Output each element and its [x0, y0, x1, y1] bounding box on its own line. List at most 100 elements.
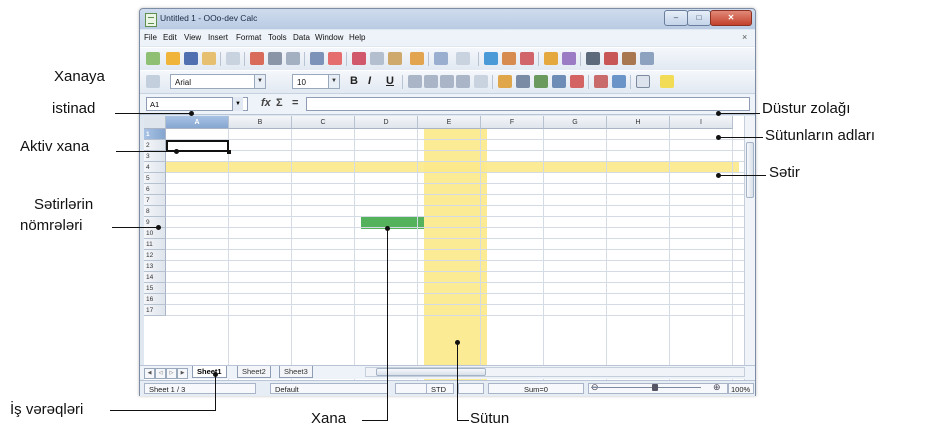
- row-header-2[interactable]: 2: [144, 140, 166, 151]
- first-sheet-icon[interactable]: ◀: [144, 368, 155, 379]
- sort-descending-icon[interactable]: [520, 52, 534, 65]
- format-paintbrush-icon[interactable]: [410, 52, 424, 65]
- row-header-7[interactable]: 7: [144, 195, 166, 206]
- data-sources-icon[interactable]: [640, 52, 654, 65]
- percent-format-icon[interactable]: [516, 75, 530, 88]
- row-header-3[interactable]: 3: [144, 151, 166, 162]
- edit-file-icon[interactable]: [226, 52, 240, 65]
- insert-chart-icon[interactable]: [544, 52, 558, 65]
- menu-tools[interactable]: Tools: [268, 33, 287, 42]
- print-icon[interactable]: [268, 52, 282, 65]
- styles-formatting-icon[interactable]: [146, 75, 160, 88]
- formula-input[interactable]: [306, 97, 750, 111]
- merge-cells-icon[interactable]: [474, 75, 488, 88]
- column-header-i[interactable]: I: [670, 116, 733, 129]
- bold-button[interactable]: B: [350, 75, 358, 87]
- menu-data[interactable]: Data: [293, 33, 310, 42]
- paste-icon[interactable]: [388, 52, 402, 65]
- menu-format[interactable]: Format: [236, 33, 261, 42]
- borders-icon[interactable]: [636, 75, 650, 88]
- function-wizard-icon[interactable]: fx: [261, 97, 271, 109]
- row-header-12[interactable]: 12: [144, 250, 166, 261]
- menu-help[interactable]: Help: [349, 33, 365, 42]
- row-header-17[interactable]: 17: [144, 305, 166, 316]
- menu-edit[interactable]: Edit: [163, 33, 177, 42]
- vertical-scroll-thumb[interactable]: [746, 142, 754, 198]
- open-folder-icon[interactable]: [166, 52, 180, 65]
- column-header-g[interactable]: G: [544, 116, 607, 129]
- sort-ascending-icon[interactable]: [502, 52, 516, 65]
- page-style-indicator[interactable]: Default: [270, 383, 388, 394]
- horizontal-scrollbar[interactable]: [365, 367, 745, 377]
- font-size-combo[interactable]: 10 ▼: [292, 74, 340, 89]
- sheet-tab-2[interactable]: Sheet2: [237, 366, 271, 378]
- font-name-combo[interactable]: Arial ▼: [170, 74, 266, 89]
- chevron-down-icon[interactable]: ▼: [232, 97, 243, 111]
- align-right-icon[interactable]: [440, 75, 454, 88]
- row-header-8[interactable]: 8: [144, 206, 166, 217]
- column-header-b[interactable]: B: [229, 116, 292, 129]
- maximize-button[interactable]: □: [687, 10, 711, 26]
- zoom-slider-knob[interactable]: [652, 384, 658, 391]
- zoom-in-icon[interactable]: ⊕: [713, 382, 721, 393]
- standard-format-icon[interactable]: [534, 75, 548, 88]
- find-replace-icon[interactable]: [586, 52, 600, 65]
- gallery-icon[interactable]: [622, 52, 636, 65]
- zoom-level[interactable]: 100%: [728, 383, 754, 394]
- close-button[interactable]: ✕: [710, 10, 752, 26]
- select-all-corner[interactable]: [144, 116, 166, 129]
- email-icon[interactable]: [202, 52, 216, 65]
- align-left-icon[interactable]: [408, 75, 422, 88]
- navigator-icon[interactable]: [604, 52, 618, 65]
- undo-icon[interactable]: [434, 52, 448, 65]
- currency-format-icon[interactable]: [498, 75, 512, 88]
- row-header-13[interactable]: 13: [144, 261, 166, 272]
- row-header-6[interactable]: 6: [144, 184, 166, 195]
- row-header-15[interactable]: 15: [144, 283, 166, 294]
- copy-icon[interactable]: [370, 52, 384, 65]
- redo-icon[interactable]: [456, 52, 470, 65]
- fill-handle[interactable]: [227, 150, 231, 154]
- menu-window[interactable]: Window: [315, 33, 343, 42]
- chevron-down-icon[interactable]: ▼: [254, 75, 265, 88]
- document-close-icon[interactable]: ×: [742, 32, 747, 42]
- new-document-icon[interactable]: [146, 52, 160, 65]
- row-header-5[interactable]: 5: [144, 173, 166, 184]
- show-draw-functions-icon[interactable]: [562, 52, 576, 65]
- vertical-scrollbar[interactable]: [744, 116, 755, 384]
- previous-sheet-icon[interactable]: ◁: [155, 368, 166, 379]
- row-header-14[interactable]: 14: [144, 272, 166, 283]
- column-header-f[interactable]: F: [481, 116, 544, 129]
- cut-icon[interactable]: [352, 52, 366, 65]
- increase-indent-icon[interactable]: [612, 75, 626, 88]
- background-color-icon[interactable]: [660, 75, 674, 88]
- row-header-1[interactable]: 1: [144, 129, 166, 140]
- spreadsheet-grid[interactable]: ABCDEFGHI 1 2 3 4 5 6 7 8 9 10 11 12 13 14 15 16 17: [144, 116, 744, 382]
- save-icon[interactable]: [184, 52, 198, 65]
- sheet-tab-3[interactable]: Sheet3: [279, 366, 313, 378]
- underline-button[interactable]: U: [386, 75, 394, 87]
- autospellcheck-icon[interactable]: [328, 52, 342, 65]
- column-header-c[interactable]: C: [292, 116, 355, 129]
- row-header-10[interactable]: 10: [144, 228, 166, 239]
- sum-icon[interactable]: Σ: [276, 97, 283, 109]
- menu-view[interactable]: View: [184, 33, 201, 42]
- selection-mode-indicator[interactable]: STD: [426, 383, 454, 394]
- spellcheck-icon[interactable]: [310, 52, 324, 65]
- sheet-tab-1[interactable]: Sheet1: [192, 366, 227, 378]
- decrease-indent-icon[interactable]: [594, 75, 608, 88]
- row-header-4[interactable]: 4: [144, 162, 166, 173]
- last-sheet-icon[interactable]: ▶: [177, 368, 188, 379]
- row-header-16[interactable]: 16: [144, 294, 166, 305]
- add-decimal-icon[interactable]: [552, 75, 566, 88]
- next-sheet-icon[interactable]: ▷: [166, 368, 177, 379]
- function-icon[interactable]: =: [292, 97, 298, 109]
- align-center-icon[interactable]: [424, 75, 438, 88]
- page-preview-icon[interactable]: [286, 52, 300, 65]
- horizontal-scroll-thumb[interactable]: [376, 368, 486, 376]
- column-header-h[interactable]: H: [607, 116, 670, 129]
- column-header-e[interactable]: E: [418, 116, 481, 129]
- title-bar[interactable]: Untitled 1 - OOo-dev Calc – □ ✕: [140, 9, 755, 29]
- hyperlink-icon[interactable]: [484, 52, 498, 65]
- row-header-11[interactable]: 11: [144, 239, 166, 250]
